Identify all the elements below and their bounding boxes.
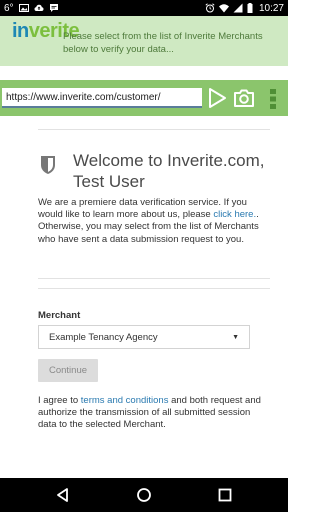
middle-divider <box>38 278 270 279</box>
status-right: 10:27 <box>205 3 284 14</box>
chat-bubble-icon <box>49 4 58 12</box>
temperature-text: 6° <box>4 2 14 14</box>
logo-text-in: in <box>12 20 29 42</box>
continue-button[interactable]: Continue <box>38 359 98 382</box>
recents-icon[interactable] <box>217 487 233 503</box>
cloud-upload-icon <box>34 4 44 11</box>
merchant-label: Merchant <box>38 310 81 321</box>
merchant-selected-value: Example Tenancy Agency <box>49 331 158 343</box>
terms-link[interactable]: terms and conditions <box>81 395 169 406</box>
app-header: inverite Please select from the list of … <box>0 16 288 66</box>
status-bar: 6° 10:27 <box>0 0 288 16</box>
status-left: 6° <box>4 3 59 14</box>
overflow-menu-icon[interactable] <box>268 88 278 110</box>
clock-time: 10:27 <box>258 2 284 14</box>
notification-image-icon <box>18 4 29 12</box>
top-divider <box>38 129 270 130</box>
header-spacer <box>0 66 288 80</box>
dropdown-arrow-icon: ▼ <box>232 333 239 341</box>
intro-paragraph: We are a premiere data verification serv… <box>38 197 264 246</box>
url-toolbar <box>0 80 288 116</box>
alarm-icon <box>205 3 215 13</box>
battery-icon <box>247 3 253 13</box>
play-arrow-icon[interactable] <box>206 87 228 109</box>
android-nav-bar <box>0 478 288 512</box>
form-top-divider <box>38 288 270 289</box>
cell-signal-icon <box>233 3 243 13</box>
wifi-icon <box>218 4 229 13</box>
consent-text-start: I agree to <box>38 395 81 406</box>
shield-icon <box>41 156 55 174</box>
header-message: Please select from the list of Inverite … <box>63 31 263 55</box>
consent-paragraph: I agree to terms and conditions and both… <box>38 395 270 432</box>
home-icon[interactable] <box>136 487 152 503</box>
back-icon[interactable] <box>55 487 71 503</box>
merchant-select[interactable]: Example Tenancy Agency ▼ <box>38 325 250 349</box>
click-here-link[interactable]: click here. <box>213 209 256 220</box>
camera-icon[interactable] <box>233 88 255 108</box>
welcome-title: Welcome to Inverite.com, Test User <box>73 151 265 191</box>
url-input[interactable] <box>2 88 202 108</box>
